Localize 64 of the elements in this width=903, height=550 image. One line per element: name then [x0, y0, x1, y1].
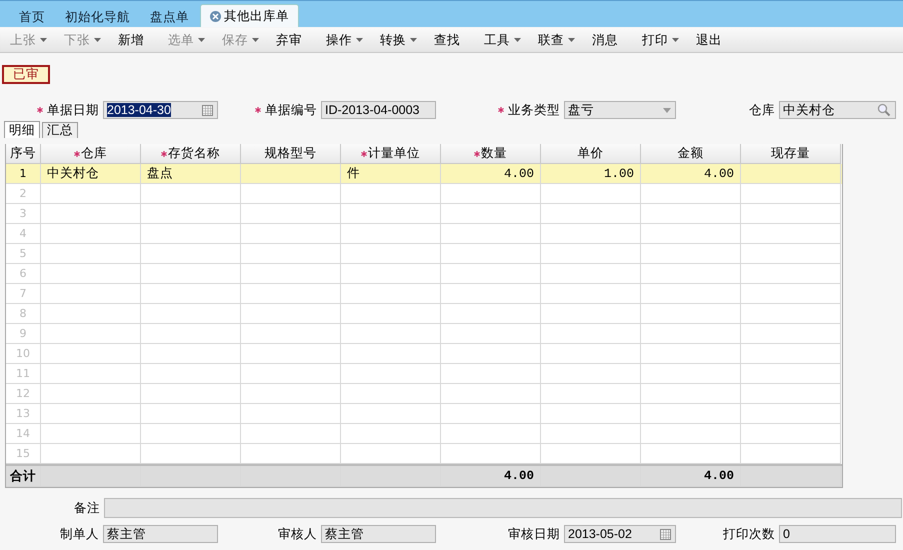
field-label: 打印次数	[723, 526, 775, 542]
input-field[interactable]: 蔡主管	[103, 525, 218, 543]
field-label: 单据日期	[37, 102, 99, 118]
total-cell: 4.00	[441, 466, 541, 487]
caret-icon	[568, 38, 575, 42]
required-icon	[255, 107, 261, 113]
status-stamp: 已审	[2, 65, 50, 84]
toolbar-button[interactable]: 转换	[380, 32, 434, 48]
tab[interactable]: 明细	[4, 121, 40, 138]
tab[interactable]: 首页	[10, 7, 54, 27]
column-header[interactable]: 数量	[441, 144, 541, 164]
total-cell: 4.00	[641, 466, 741, 487]
column-header[interactable]: 序号	[6, 144, 41, 164]
calendar-icon[interactable]	[202, 104, 213, 116]
caret-icon	[94, 38, 101, 42]
toolbar-button[interactable]: 联查	[538, 32, 592, 48]
tab[interactable]: 汇总	[42, 122, 78, 138]
input-field[interactable]: 2013-04-30	[103, 101, 218, 119]
field-label: 仓库	[749, 102, 775, 118]
input-field[interactable]: 中关村仓	[779, 101, 896, 119]
input-field[interactable]: 蔡主管	[321, 525, 436, 543]
tab[interactable]: 其他出库单	[200, 4, 299, 27]
dropdown-caret-icon[interactable]	[663, 108, 671, 112]
toolbar-button[interactable]: 操作	[326, 32, 380, 48]
caret-icon	[410, 38, 417, 42]
toolbar-button[interactable]: 弃审	[276, 32, 316, 48]
input-field[interactable]: 盘亏	[564, 101, 676, 119]
toolbar-button[interactable]: 查找	[434, 32, 474, 48]
field-label: 制单人	[60, 526, 99, 542]
search-icon[interactable]	[877, 103, 891, 117]
input-field[interactable]: 0	[779, 525, 896, 543]
caret-icon	[356, 38, 363, 42]
calendar-icon[interactable]	[660, 528, 671, 540]
field-label: 备注	[74, 500, 100, 516]
field-label: 审核人	[278, 526, 317, 542]
caret-icon	[672, 38, 679, 42]
column-header[interactable]: 单价	[541, 144, 641, 164]
field-label: 业务类型	[498, 102, 560, 118]
column-header[interactable]: 金额	[641, 144, 741, 164]
caret-icon	[198, 38, 205, 42]
close-icon[interactable]	[210, 10, 221, 22]
toolbar-button[interactable]: 工具	[484, 32, 538, 48]
field-label: 审核日期	[508, 526, 560, 542]
total-cell: 合计	[6, 466, 41, 487]
required-icon	[37, 107, 43, 113]
toolbar-button[interactable]: 打印	[642, 32, 696, 48]
toolbar-button[interactable]: 退出	[696, 32, 736, 48]
column-header[interactable]: 规格型号	[241, 144, 341, 164]
toolbar-button[interactable]: 新增	[118, 32, 158, 48]
tab[interactable]: 盘点单	[141, 7, 198, 27]
column-header[interactable]: 仓库	[41, 144, 141, 164]
column-header[interactable]: 现存量	[741, 144, 841, 164]
caret-icon	[514, 38, 521, 42]
caret-icon	[252, 38, 259, 42]
caret-icon	[40, 38, 47, 42]
column-header[interactable]: 存货名称	[141, 144, 241, 164]
column-header[interactable]: 计量单位	[341, 144, 441, 164]
required-icon	[498, 107, 504, 113]
tab[interactable]: 初始化导航	[56, 7, 139, 27]
input-field[interactable]: ID-2013-04-0003	[321, 101, 436, 119]
remark-field[interactable]	[104, 498, 902, 518]
input-field[interactable]: 2013-05-02	[564, 525, 676, 543]
toolbar-button[interactable]: 消息	[592, 32, 632, 48]
field-label: 单据编号	[255, 102, 317, 118]
